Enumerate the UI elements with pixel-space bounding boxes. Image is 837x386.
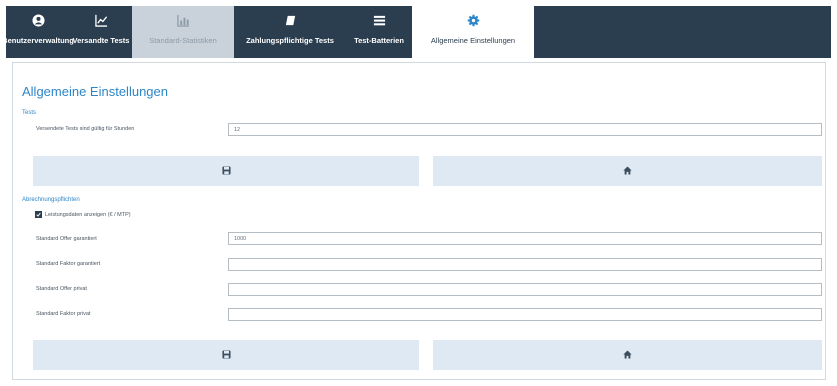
tab-label: Benutzerverwaltung	[2, 36, 74, 45]
page-title: Allgemeine Einstellungen	[22, 84, 168, 99]
tab-standard-statistiken[interactable]: Standard-Statistiken	[132, 6, 234, 58]
tab-label: Test-Batterien	[354, 36, 404, 45]
save-button[interactable]	[33, 156, 419, 186]
faktor-garantiert-input[interactable]	[228, 258, 822, 271]
faktor-privat-input[interactable]	[228, 308, 822, 321]
tab-allgemeine-einstellungen[interactable]: Allgemeine Einstellungen	[412, 6, 534, 60]
tab-benutzerverwaltung[interactable]: Benutzerverwaltung	[2, 6, 74, 58]
user-circle-icon	[31, 13, 45, 27]
test-validity-label: Versendete Tests sind gültig für Stunden	[36, 126, 135, 132]
save-icon	[221, 162, 231, 180]
home-icon	[623, 346, 632, 364]
offer-garantiert-label: Standard Offer garantiert	[36, 236, 97, 242]
offer-privat-label: Standard Offer privat	[36, 286, 87, 292]
settings-panel	[12, 62, 826, 380]
tab-test-batterien[interactable]: Test-Batterien	[346, 6, 412, 58]
tab-zahlungspflichtige-tests[interactable]: Zahlungspflichtige Tests	[234, 6, 346, 58]
tab-versandte-tests[interactable]: Versandte Tests	[70, 6, 132, 58]
list-icon	[372, 13, 386, 27]
top-navigation: Benutzerverwaltung Versandte Tests Stand…	[2, 6, 831, 60]
save-icon	[221, 346, 231, 364]
test-validity-input[interactable]	[228, 123, 822, 136]
save-button-bottom[interactable]	[33, 340, 419, 370]
faktor-garantiert-label: Standard Faktor garantiert	[36, 261, 101, 267]
faktor-privat-label: Standard Faktor privat	[36, 311, 91, 317]
tests-section-heading: Tests	[22, 110, 37, 116]
home-button-bottom[interactable]	[433, 340, 822, 370]
abrechnung-section-heading: Abrechnungspflichten	[22, 197, 80, 203]
tab-label: Standard-Statistiken	[149, 36, 217, 45]
home-icon	[623, 162, 632, 180]
checkbox-checked-icon	[35, 211, 42, 218]
offer-privat-input[interactable]	[228, 283, 822, 296]
offer-garantiert-input[interactable]	[228, 232, 822, 245]
checkbox-label: Leistungsdaten anzeigen (€ / MTP)	[45, 211, 131, 218]
home-button[interactable]	[433, 156, 822, 186]
tab-label: Zahlungspflichtige Tests	[246, 36, 334, 45]
tab-label: Versandte Tests	[72, 36, 130, 45]
credit-card-icon	[283, 13, 297, 27]
line-chart-icon	[94, 13, 108, 27]
gear-icon	[466, 13, 480, 27]
leistungsdaten-checkbox[interactable]: Leistungsdaten anzeigen (€ / MTP)	[35, 211, 131, 218]
bar-chart-icon	[176, 13, 190, 27]
tab-label: Allgemeine Einstellungen	[430, 36, 516, 45]
